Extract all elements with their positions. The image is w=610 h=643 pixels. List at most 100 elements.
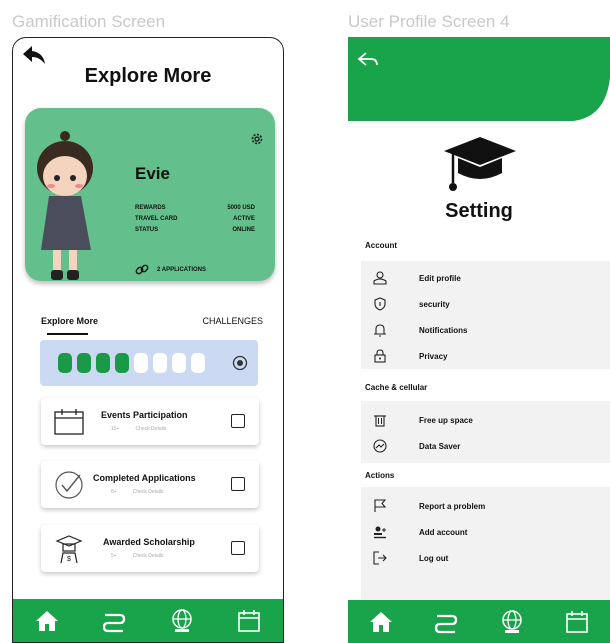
- stat-label: STATUS: [135, 227, 159, 233]
- calendar-icon[interactable]: [564, 609, 590, 635]
- section-actions: Report a problem Add account Log out: [361, 487, 610, 613]
- tab-explore-more[interactable]: Explore More: [41, 316, 98, 335]
- header-banner: [348, 37, 610, 121]
- check-details-link[interactable]: Check Details: [133, 553, 164, 559]
- stat-value: 5000 USD: [227, 205, 255, 211]
- section-title-account: Account: [365, 241, 397, 250]
- task-title: Awarded Scholarship: [103, 537, 195, 547]
- globe-icon[interactable]: [499, 609, 525, 635]
- bottom-nav: [348, 600, 610, 643]
- stat-row: STATUS ONLINE: [135, 225, 255, 236]
- task-checkbox[interactable]: [231, 477, 245, 491]
- setting-label: Edit profile: [419, 273, 461, 283]
- task-title: Completed Applications: [93, 473, 196, 483]
- progress-segment: [58, 353, 72, 373]
- stat-row: TRAVEL CARD ACTIVE: [135, 214, 255, 225]
- task-card-applications[interactable]: Completed Applications 8+ Check Details: [41, 461, 259, 508]
- settings-screen: Setting Account Edit profile security No…: [348, 37, 610, 643]
- tab-challenges[interactable]: CHALLENGES: [202, 316, 263, 326]
- progress-tracker: [40, 340, 258, 386]
- check-circle-icon: [55, 471, 83, 499]
- setting-label: security: [419, 299, 450, 309]
- trash-icon: [374, 415, 386, 427]
- svg-text:$: $: [67, 556, 71, 563]
- globe-icon[interactable]: [169, 608, 195, 634]
- home-icon[interactable]: [368, 609, 394, 635]
- setting-item-notifications[interactable]: Notifications: [361, 317, 610, 343]
- task-checkbox[interactable]: [231, 414, 245, 428]
- lock-icon: [374, 349, 386, 363]
- setting-item-log-out[interactable]: Log out: [361, 545, 610, 571]
- setting-item-report-problem[interactable]: Report a problem: [361, 493, 610, 519]
- shield-icon: [374, 297, 386, 311]
- bell-icon: [374, 324, 386, 337]
- task-meta: 5+ Check Details: [111, 553, 164, 559]
- gauge-icon: [373, 439, 387, 453]
- task-meta: 15+ Check Details: [111, 426, 166, 432]
- section-title-cache: Cache & cellular: [365, 383, 428, 392]
- task-count: 15+: [111, 426, 120, 432]
- section-cache: Free up space Data Saver: [361, 401, 610, 463]
- stat-row: REWARDS 5000 USD: [135, 203, 255, 214]
- user-icon: [373, 271, 387, 285]
- avatar: [37, 131, 93, 280]
- scholar-icon: $: [55, 535, 83, 564]
- profile-name: Evie: [135, 164, 170, 183]
- graduation-cap-icon: [444, 137, 516, 191]
- task-title: Events Participation: [101, 410, 188, 420]
- tab-bar: Explore More CHALLENGES: [41, 316, 263, 335]
- logout-icon: [373, 551, 387, 565]
- setting-label: Privacy: [419, 351, 448, 361]
- target-icon[interactable]: [232, 355, 248, 371]
- section-title-actions: Actions: [365, 471, 395, 480]
- page-title: Explore More: [84, 65, 212, 87]
- setting-label: Log out: [419, 553, 449, 563]
- setting-item-add-account[interactable]: Add account: [361, 519, 610, 545]
- progress-segment: [96, 353, 110, 373]
- section-account: Edit profile security Notifications Priv…: [361, 261, 610, 369]
- bottom-nav: [13, 599, 283, 642]
- task-checkbox[interactable]: [231, 541, 245, 555]
- add-user-icon: [374, 526, 386, 539]
- page-title: Setting: [445, 200, 513, 222]
- progress-segment: [172, 353, 186, 373]
- setting-label: Notifications: [419, 325, 468, 335]
- task-count: 8+: [111, 489, 117, 495]
- route-icon[interactable]: [433, 609, 459, 635]
- calendar-icon[interactable]: [236, 608, 262, 634]
- gear-icon[interactable]: [250, 132, 264, 146]
- gamification-screen: Explore More Evie REWARDS 5000 USD TRAVEL…: [12, 37, 284, 643]
- setting-item-privacy[interactable]: Privacy: [361, 343, 610, 369]
- screen-caption-profile: User Profile Screen 4: [348, 12, 510, 31]
- stat-value: ACTIVE: [232, 216, 255, 222]
- applications-link[interactable]: 2 APPLICATIONS: [135, 263, 206, 277]
- check-details-link[interactable]: Check Details: [133, 489, 164, 495]
- setting-item-security[interactable]: security: [361, 291, 610, 317]
- task-count: 5+: [111, 553, 117, 559]
- setting-item-data-saver[interactable]: Data Saver: [361, 433, 610, 459]
- setting-label: Add account: [419, 527, 468, 537]
- applications-label: 2 APPLICATIONS: [157, 267, 207, 273]
- stat-label: REWARDS: [135, 205, 166, 211]
- setting-label: Data Saver: [419, 441, 461, 451]
- setting-item-free-up-space[interactable]: Free up space: [361, 407, 610, 433]
- stat-value: ONLINE: [232, 227, 255, 233]
- back-arrow-icon[interactable]: [357, 51, 379, 69]
- link-icon: [135, 264, 149, 275]
- setting-label: Report a problem: [419, 501, 486, 511]
- progress-segment: [115, 353, 129, 373]
- progress-segment: [191, 353, 205, 373]
- check-details-link[interactable]: Check Details: [135, 426, 166, 432]
- calendar-icon: [54, 409, 84, 435]
- task-card-events[interactable]: Events Participation 15+ Check Details: [41, 398, 259, 445]
- home-icon[interactable]: [34, 608, 60, 634]
- back-arrow-icon[interactable]: [21, 44, 47, 66]
- progress-segment: [134, 353, 148, 373]
- task-card-scholarship[interactable]: $ Awarded Scholarship 5+ Check Details: [41, 525, 259, 572]
- setting-item-edit-profile[interactable]: Edit profile: [361, 265, 610, 291]
- screen-caption-gamification: Gamification Screen: [12, 12, 166, 31]
- task-meta: 8+ Check Details: [111, 489, 164, 495]
- stat-label: TRAVEL CARD: [135, 216, 178, 222]
- route-icon[interactable]: [101, 608, 127, 634]
- progress-segment: [77, 353, 91, 373]
